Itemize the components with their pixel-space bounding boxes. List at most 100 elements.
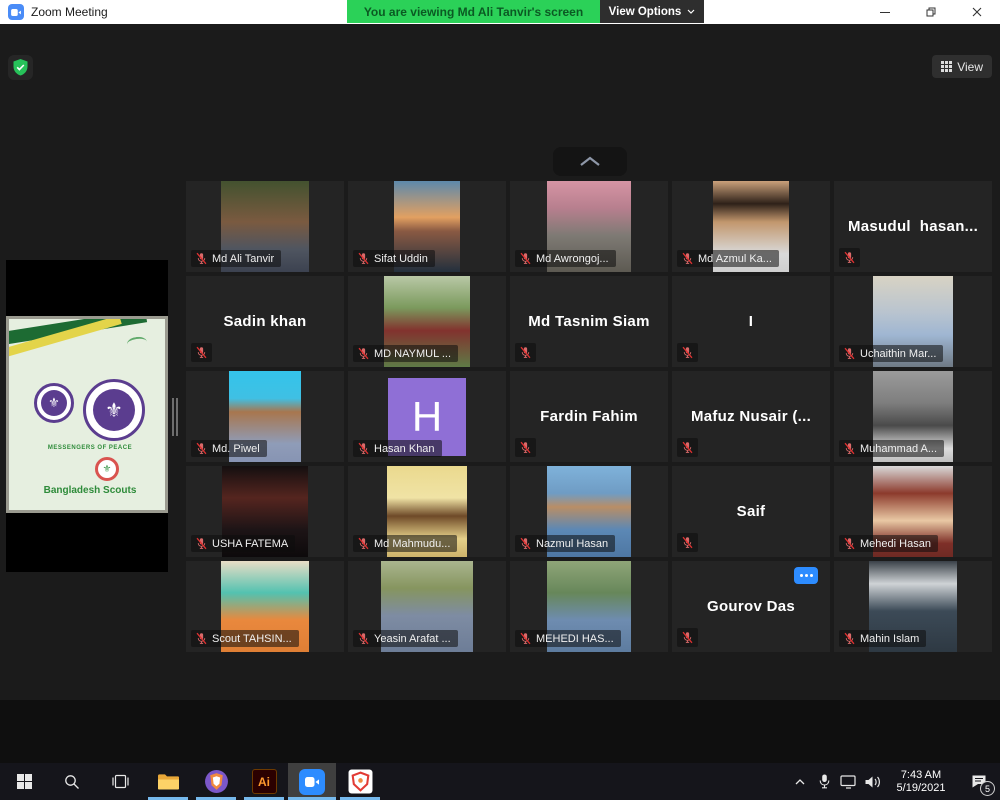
taskbar-zoom[interactable] <box>288 763 336 800</box>
participant-name: USHA FATEMA <box>212 538 288 550</box>
participant-tile[interactable]: Md Ali Tanvir <box>186 181 344 272</box>
participant-label <box>839 248 860 267</box>
clock-date: 5/19/2021 <box>884 782 958 795</box>
participant-label: MD NAYMUL ... <box>353 345 458 362</box>
task-view-icon <box>112 774 129 789</box>
shared-screen-preview[interactable]: ⚜ ⚜ MESSENGERS OF PEACE ⚜ Bangladesh Sco… <box>6 260 168 572</box>
muted-mic-icon <box>195 632 208 645</box>
zoom-icon <box>299 769 325 795</box>
muted-mic-icon <box>357 442 370 455</box>
participant-label: Mahin Islam <box>839 630 926 647</box>
more-options-button[interactable] <box>794 567 818 584</box>
action-center-button[interactable]: 5 <box>958 763 1000 800</box>
participant-tile[interactable]: Md Mahmudu... <box>348 466 506 557</box>
participant-tile[interactable]: Sifat Uddin <box>348 181 506 272</box>
participant-name: MEHEDI HAS... <box>536 633 614 645</box>
participant-label <box>677 343 698 362</box>
tray-chevron-button[interactable] <box>788 763 812 800</box>
close-button[interactable] <box>954 0 1000 24</box>
participant-label: USHA FATEMA <box>191 535 295 552</box>
secure-browser-icon <box>204 769 229 794</box>
taskbar-search-button[interactable] <box>48 763 96 800</box>
tray-microphone[interactable] <box>812 763 836 800</box>
participant-tile[interactable]: Fardin Fahim <box>510 371 668 462</box>
minimize-icon <box>880 7 890 17</box>
illustrator-icon: Ai <box>252 769 277 794</box>
network-display-icon <box>840 774 857 789</box>
muted-mic-icon <box>681 441 694 454</box>
muted-mic-icon <box>843 251 856 264</box>
participant-tile[interactable]: HHasan Khan <box>348 371 506 462</box>
microphone-icon <box>819 774 830 789</box>
participant-tile[interactable]: MEHEDI HAS... <box>510 561 668 652</box>
view-button-label: View <box>957 60 983 74</box>
participant-name: Mehedi Hasan <box>860 538 931 550</box>
participant-label: Mehedi Hasan <box>839 535 938 552</box>
security-shield-icon <box>12 58 29 77</box>
participant-label <box>191 343 212 362</box>
system-tray: 7:43 AM 5/19/2021 5 <box>788 763 1000 800</box>
participant-tile[interactable]: Muhammad A... <box>834 371 992 462</box>
participant-tile[interactable]: MD NAYMUL ... <box>348 276 506 367</box>
participant-tile[interactable]: Gourov Das <box>672 561 830 652</box>
participant-tile[interactable]: Scout TAHSIN... <box>186 561 344 652</box>
participant-name: Mahin Islam <box>860 633 919 645</box>
participant-label <box>677 533 698 552</box>
close-icon <box>972 7 982 17</box>
participant-tile[interactable]: Md Azmul Ka... <box>672 181 830 272</box>
participant-tile[interactable]: Sadin khan <box>186 276 344 367</box>
meeting-security-button[interactable] <box>8 55 33 80</box>
participant-label: Hasan Khan <box>353 440 442 457</box>
participant-tile[interactable]: Md Tasnim Siam <box>510 276 668 367</box>
panel-resize-handle[interactable] <box>172 398 179 436</box>
participant-tile[interactable]: Mehedi Hasan <box>834 466 992 557</box>
search-icon <box>64 774 80 790</box>
tray-volume[interactable] <box>860 763 884 800</box>
taskbar-file-explorer[interactable] <box>144 763 192 800</box>
restore-icon <box>926 7 936 17</box>
muted-mic-icon <box>681 536 694 549</box>
collapse-gallery-button[interactable] <box>553 147 627 176</box>
taskbar-clock[interactable]: 7:43 AM 5/19/2021 <box>884 769 958 795</box>
start-button[interactable] <box>0 763 48 800</box>
task-view-button[interactable] <box>96 763 144 800</box>
participant-tile[interactable]: Yeasin Arafat ... <box>348 561 506 652</box>
participant-tile[interactable]: Md. Piwel <box>186 371 344 462</box>
tray-network[interactable] <box>836 763 860 800</box>
taskbar-illustrator[interactable]: Ai <box>240 763 288 800</box>
participant-name: Md Ali Tanvir <box>212 253 274 265</box>
participant-label <box>515 343 536 362</box>
participant-name: Md Mahmudu... <box>374 538 450 550</box>
participant-tile[interactable]: USHA FATEMA <box>186 466 344 557</box>
muted-mic-icon <box>843 347 856 360</box>
badge-text: MESSENGERS OF PEACE <box>9 445 165 451</box>
view-options-button[interactable]: View Options <box>600 0 704 23</box>
window-title: Zoom Meeting <box>31 5 108 19</box>
participant-tile[interactable]: Mahin Islam <box>834 561 992 652</box>
muted-mic-icon <box>681 346 694 359</box>
scout-badge-small: ⚜ <box>34 383 74 423</box>
participant-tile[interactable]: Nazmul Hasan <box>510 466 668 557</box>
muted-mic-icon <box>843 442 856 455</box>
participant-name: Nazmul Hasan <box>536 538 608 550</box>
participant-tile[interactable]: Md Awrongoj... <box>510 181 668 272</box>
minimize-button[interactable] <box>862 0 908 24</box>
muted-mic-icon <box>519 537 532 550</box>
participant-name: Md. Piwel <box>212 443 260 455</box>
participant-name: Md Azmul Ka... <box>698 253 772 265</box>
participant-tile[interactable]: Mafuz Nusair (... <box>672 371 830 462</box>
participant-label <box>677 628 698 647</box>
restore-button[interactable] <box>908 0 954 24</box>
muted-mic-icon <box>357 632 370 645</box>
participant-tile[interactable]: I <box>672 276 830 367</box>
participant-tile[interactable]: Masudul hasan... <box>834 181 992 272</box>
taskbar-secure-browser[interactable] <box>192 763 240 800</box>
participant-tile[interactable]: Uchaithin Mar... <box>834 276 992 367</box>
participant-name: Muhammad A... <box>860 443 937 455</box>
poster-bird-mark <box>126 336 147 351</box>
view-button[interactable]: View <box>932 55 992 78</box>
muted-mic-icon <box>357 252 370 265</box>
taskbar-antivirus[interactable] <box>336 763 384 800</box>
participant-label <box>677 438 698 457</box>
participant-tile[interactable]: Saif <box>672 466 830 557</box>
